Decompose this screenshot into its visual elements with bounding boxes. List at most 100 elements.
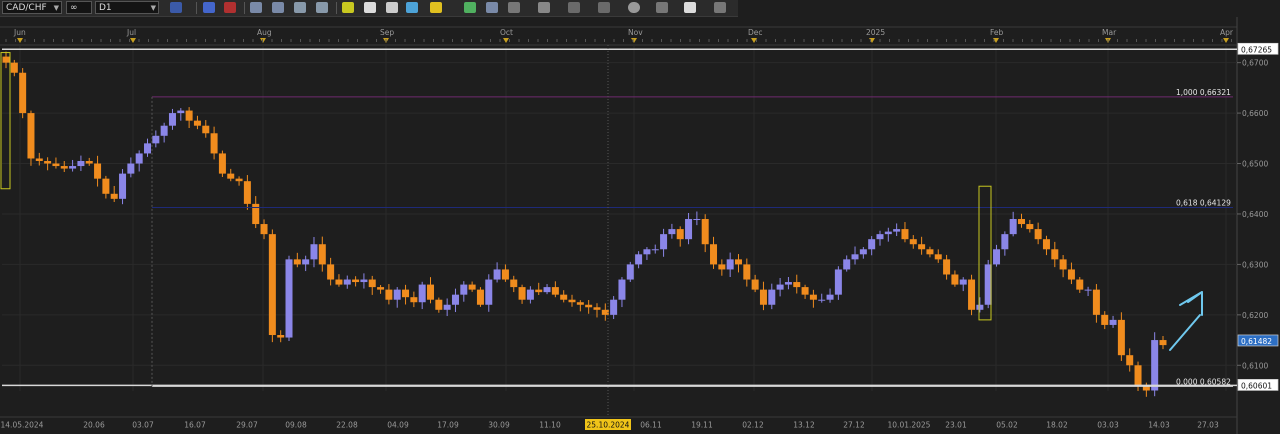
bear-candle [518, 287, 526, 300]
bear-candle [185, 110, 193, 121]
bear-candle [52, 163, 60, 167]
bear-candle [1026, 224, 1034, 230]
month-label: 2025 [866, 28, 885, 37]
bull-candle [1084, 289, 1092, 291]
bull-candle [135, 153, 143, 164]
bull-candle [643, 249, 651, 255]
bull-candle [443, 304, 451, 310]
chart-background [0, 17, 1280, 434]
bull-candle [285, 259, 293, 338]
bear-candle [110, 193, 118, 199]
bear-candle [560, 294, 568, 300]
month-label: Aug [257, 28, 272, 37]
bear-candle [243, 181, 251, 204]
date-label: 16.07 [184, 421, 206, 430]
date-label: 23.01 [945, 421, 967, 430]
date-label: 20.06 [83, 421, 105, 430]
bull-candle [451, 294, 459, 305]
bear-candle [327, 264, 335, 280]
bull-candle [543, 287, 551, 293]
bear-candle [759, 289, 767, 305]
bear-candle [435, 299, 443, 310]
bull-candle [485, 279, 493, 305]
date-label: 03.03 [1097, 421, 1119, 430]
bear-candle [510, 279, 518, 288]
bear-candle [293, 259, 301, 265]
bear-candle [934, 254, 942, 260]
price-tick-label: 0,6200 [1242, 311, 1268, 320]
bear-candle [809, 294, 817, 300]
bull-candle [651, 249, 659, 251]
bear-candle [718, 264, 726, 270]
bear-candle [501, 269, 509, 280]
bull-candle [493, 269, 501, 280]
bear-candle [1067, 269, 1075, 280]
bear-candle [252, 203, 260, 225]
bear-candle [227, 173, 235, 179]
date-label: 27.03 [1197, 421, 1219, 430]
bull-candle [726, 259, 734, 270]
date-label: 18.02 [1046, 421, 1068, 430]
bull-candle [77, 161, 85, 167]
fib-level-label: 1,000 0,66321 [1176, 88, 1231, 97]
bull-candle [959, 279, 967, 285]
bear-candle [701, 219, 709, 245]
bear-candle [926, 249, 934, 255]
bull-candle [635, 254, 643, 265]
date-label: 14.03 [1148, 421, 1170, 430]
date-label: 05.02 [996, 421, 1018, 430]
bear-candle [568, 299, 576, 303]
bear-candle [218, 153, 226, 174]
date-label: 29.07 [236, 421, 258, 430]
bear-candle [751, 279, 759, 290]
bull-candle [884, 231, 892, 235]
bull-candle [776, 284, 784, 290]
bull-candle [160, 125, 168, 136]
bull-candle [177, 110, 185, 114]
bear-candle [352, 279, 360, 283]
bear-candle [734, 259, 742, 265]
bear-candle [918, 244, 926, 250]
bull-candle [1009, 219, 1017, 235]
candlestick-chart[interactable]: Jun Jul Aug Sep Oct Nov Dec 2025 Feb Mar Apr 1,000… [0, 0, 1280, 434]
bull-candle [618, 279, 626, 300]
bear-candle [427, 284, 435, 300]
bear-candle [535, 289, 543, 293]
bear-candle [402, 289, 410, 298]
bull-candle [610, 299, 618, 315]
bear-candle [385, 289, 393, 300]
bull-candle [976, 304, 984, 310]
bull-candle [418, 284, 426, 303]
bull-candle [127, 163, 135, 174]
bear-candle [1051, 249, 1059, 260]
gridlines [0, 17, 1280, 434]
bear-candle [27, 113, 35, 159]
bear-candle [410, 297, 418, 303]
current-price-text: 0,61482 [1241, 337, 1272, 346]
price-tick-label: 0,6700 [1242, 59, 1268, 68]
date-label: 04.09 [387, 421, 409, 430]
bear-candle [1034, 229, 1042, 240]
bull-candle [851, 254, 859, 260]
bear-candle [1042, 239, 1050, 250]
bull-candle [1151, 340, 1159, 391]
bull-candle [119, 173, 127, 199]
highlighted-date-label: 25.10.2024 [587, 421, 630, 430]
bear-candle [968, 279, 976, 310]
bear-candle [593, 307, 601, 310]
month-label: Dec [748, 28, 763, 37]
bear-candle [193, 120, 201, 126]
bear-candle [235, 178, 243, 182]
month-label: Mar [1102, 28, 1117, 37]
price-tick-label: 0,6400 [1242, 210, 1268, 219]
bear-candle [19, 72, 27, 114]
bull-candle [152, 135, 160, 144]
bull-candle [526, 289, 534, 300]
bear-candle [793, 282, 801, 288]
month-label: Nov [628, 28, 643, 37]
bear-candle [551, 287, 559, 295]
bear-candle [277, 335, 285, 338]
bear-candle [85, 161, 93, 164]
month-label: Feb [990, 28, 1004, 37]
bear-candle [576, 302, 584, 305]
